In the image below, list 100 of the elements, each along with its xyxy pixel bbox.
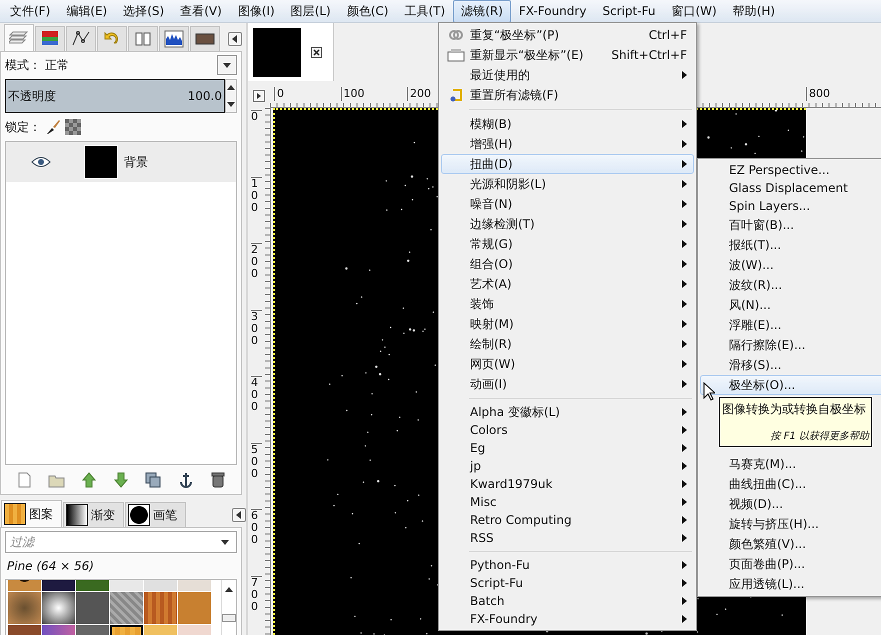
menu-item[interactable]: Retro Computing [441,511,694,529]
menu-item[interactable]: Colors [441,421,694,439]
lock-label: 锁定： [5,118,41,136]
collapse-icon [231,35,239,43]
menu-item[interactable]: RSS [441,529,694,547]
lower-button[interactable] [112,471,130,489]
ruler-label: 200 [251,243,262,280]
menu-item[interactable]: 马赛克(M)... [700,454,881,474]
menu-title[interactable]: 图像(I) [230,0,283,22]
menu-item[interactable]: jp [441,457,694,475]
menu-title[interactable]: 编辑(E) [58,0,116,22]
menu-item[interactable]: 浮雕(E)... [700,315,881,335]
duplicate-button[interactable] [144,471,162,489]
menu-item[interactable]: Python-Fu [441,556,694,574]
dock-tab[interactable] [190,26,220,51]
collapse-button[interactable] [232,508,246,522]
menu-item[interactable]: 边缘检测(T) [441,214,694,234]
dock-tab[interactable] [35,26,65,51]
menu-item[interactable]: 极坐标(O)... [700,375,881,395]
menu-item[interactable]: 隔行擦除(E)... [700,335,881,355]
menu-item[interactable]: Misc [441,493,694,511]
dock-tab[interactable] [66,26,96,51]
menu-title[interactable]: 窗口(W) [663,0,725,22]
menu-item[interactable]: 旋转与挤压(H)... [700,514,881,534]
menu-item[interactable]: 映射(M) [441,314,694,334]
menu-item[interactable]: 噪音(N) [441,194,694,214]
menu-item[interactable]: 常规(G) [441,234,694,254]
menu-item[interactable]: Eg [441,439,694,457]
menu-title[interactable]: 帮助(H) [724,0,784,22]
pattern-swatch[interactable] [8,592,41,624]
menu-item[interactable]: 光源和阴影(L) [441,174,694,194]
ruler-label: 800 [806,87,830,101]
menu-item[interactable]: 重置所有滤镜(F) [441,85,694,105]
menu-title[interactable]: Script-Fu [594,0,664,22]
layer-row[interactable]: 背景 [6,142,236,182]
opacity-value: 100.0 [188,89,222,103]
image-thumbnail [253,28,301,76]
menu-title[interactable]: 查看(V) [172,0,230,22]
resource-tab[interactable]: 图案 [1,500,62,527]
menu-item[interactable]: 网页(W) [441,354,694,374]
close-icon[interactable] [311,46,322,58]
menu-item[interactable]: Script-Fu [441,574,694,592]
menu-title[interactable]: 滤镜(R) [453,0,511,22]
pattern-swatch[interactable] [178,592,211,624]
opacity-slider[interactable]: 不透明度 100.0 [5,79,225,113]
menu-item[interactable]: 扭曲(D) [441,154,694,174]
menu-item[interactable]: 颜色繁殖(V)... [700,534,881,554]
dock-tab[interactable] [128,26,158,51]
image-tab[interactable] [248,23,334,81]
raise-button[interactable] [80,471,98,489]
duplicate-icon [144,471,162,489]
pattern-swatch[interactable] [144,592,177,624]
menu-item[interactable]: 视频(D)... [700,494,881,514]
menu-item[interactable]: 动画(I) [441,374,694,394]
spin-buttons[interactable] [225,79,237,113]
menu-item[interactable]: FX-Foundry [441,610,694,628]
menu-item[interactable]: 组合(O) [441,254,694,274]
menu-title[interactable]: 文件(F) [2,0,58,22]
menu-item[interactable]: 页面卷曲(P)... [700,554,881,574]
menu-item[interactable]: 重复“极坐标”(P) Ctrl+F [441,25,694,45]
menu-title[interactable]: 颜色(C) [338,0,396,22]
menu-item[interactable]: 艺术(A) [441,274,694,294]
menu-item[interactable]: 百叶窗(B)... [700,215,881,235]
dropdown-button[interactable] [217,55,237,75]
collapse-button[interactable] [228,32,242,46]
scroll-thumb[interactable] [222,614,236,622]
trash-button[interactable] [208,471,227,489]
menu-item[interactable]: 波(W)... [700,255,881,275]
resource-tab[interactable]: 渐变 [63,502,124,527]
filter-field[interactable]: 过滤 [5,531,237,553]
pattern-swatch[interactable] [42,592,75,624]
dock-tab[interactable] [159,26,189,51]
menu-item[interactable]: 曲线扭曲(C)... [700,474,881,494]
pattern-swatch[interactable] [110,592,143,624]
menu-title[interactable]: FX-Foundry [510,0,594,22]
menu-item[interactable]: 最近使用的 [441,65,694,85]
menu-title[interactable]: 图层(L) [282,0,339,22]
menu-item[interactable]: 报纸(T)... [700,235,881,255]
pattern-swatch[interactable] [76,592,109,624]
menu-item[interactable]: Spin Layers... [700,197,881,215]
menu-item[interactable]: 绘制(R) [441,334,694,354]
lower-icon [112,471,130,489]
eye-icon[interactable] [31,156,51,168]
menu-item[interactable]: 增强(H) [441,134,694,154]
menu-title[interactable]: 工具(T) [396,0,454,22]
menu-item[interactable]: 重新显示“极坐标”(E) Shift+Ctrl+F [441,45,694,65]
menu-item[interactable]: EZ Perspective... [700,161,881,179]
menu-item[interactable]: 滑移(S)... [700,355,881,375]
menu-title[interactable]: 选择(S) [115,0,172,22]
menu-item[interactable]: 应用透镜(L)... [700,574,881,594]
menu-item[interactable]: Batch [441,592,694,610]
menu-item[interactable]: 风(N)... [700,295,881,315]
menu-item[interactable]: Kward1979uk [441,475,694,493]
menu-item[interactable]: 波纹(R)... [700,275,881,295]
menu-item[interactable]: Alpha 变徽标(L) [441,403,694,421]
brush-swatch-icon [128,504,150,526]
menu-item[interactable]: 装饰 [441,294,694,314]
menu-item[interactable]: 模糊(B) [441,114,694,134]
menu-item[interactable]: Glass Displacement [700,179,881,197]
resource-tab[interactable]: 画笔 [125,502,186,527]
